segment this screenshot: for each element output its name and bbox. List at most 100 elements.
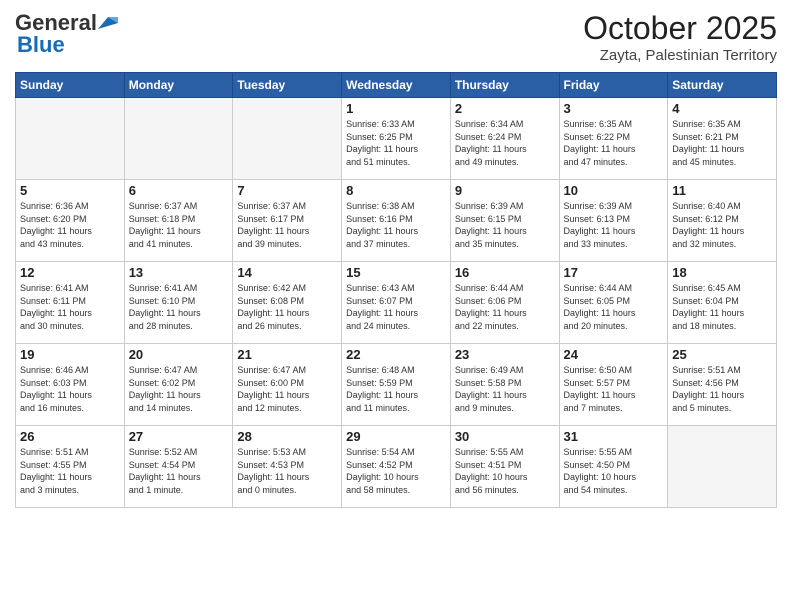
calendar-day-cell: 2Sunrise: 6:34 AM Sunset: 6:24 PM Daylig…	[450, 98, 559, 180]
day-info: Sunrise: 6:42 AM Sunset: 6:08 PM Dayligh…	[237, 282, 337, 332]
weekday-header-row: SundayMondayTuesdayWednesdayThursdayFrid…	[16, 73, 777, 98]
weekday-header: Thursday	[450, 73, 559, 98]
weekday-header: Sunday	[16, 73, 125, 98]
day-info: Sunrise: 5:53 AM Sunset: 4:53 PM Dayligh…	[237, 446, 337, 496]
day-info: Sunrise: 6:44 AM Sunset: 6:06 PM Dayligh…	[455, 282, 555, 332]
weekday-header: Monday	[124, 73, 233, 98]
location: Zayta, Palestinian Territory	[583, 47, 777, 64]
calendar-day-cell: 24 Sunrise: 6:50 AM Sunset: 5:57 PM Dayli…	[559, 344, 668, 426]
calendar-day-cell: 18 Sunrise: 6:45 AM Sunset: 6:04 PM Dayli…	[668, 262, 777, 344]
calendar-day-cell	[16, 98, 125, 180]
calendar-day-cell	[668, 426, 777, 508]
day-number: 13	[129, 265, 229, 280]
calendar-week-row: 12Sunrise: 6:41 AM Sunset: 6:11 PM Dayli…	[16, 262, 777, 344]
calendar-week-row: 26Sunrise: 5:51 AM Sunset: 4:55 PM Dayli…	[16, 426, 777, 508]
day-number: 1	[346, 101, 446, 116]
day-number: 16	[455, 265, 555, 280]
day-number: 8	[346, 183, 446, 198]
calendar-day-cell: 7 Sunrise: 6:37 AM Sunset: 6:17 PM Daylig…	[233, 180, 342, 262]
day-info: Sunrise: 6:35 AM Sunset: 6:22 PM Dayligh…	[564, 118, 664, 168]
calendar-day-cell: 11Sunrise: 6:40 AM Sunset: 6:12 PM Dayli…	[668, 180, 777, 262]
month-title: October 2025	[583, 10, 777, 47]
day-number: 23	[455, 347, 555, 362]
day-number: 6	[129, 183, 229, 198]
day-number: 4	[672, 101, 772, 116]
day-number: 29	[346, 429, 446, 444]
day-info: Sunrise: 5:55 AM Sunset: 4:50 PM Dayligh…	[564, 446, 664, 496]
day-number: 28	[237, 429, 337, 444]
day-number: 15	[346, 265, 446, 280]
day-number: 9	[455, 183, 555, 198]
day-info: Sunrise: 6:50 AM Sunset: 5:57 PM Dayligh…	[564, 364, 664, 414]
day-number: 7	[237, 183, 337, 198]
day-info: Sunrise: 6:37 AM Sunset: 6:18 PM Dayligh…	[129, 200, 229, 250]
calendar-week-row: 5Sunrise: 6:36 AM Sunset: 6:20 PM Daylig…	[16, 180, 777, 262]
day-number: 17	[564, 265, 664, 280]
day-info: Sunrise: 6:41 AM Sunset: 6:11 PM Dayligh…	[20, 282, 120, 332]
calendar-week-row: 19Sunrise: 6:46 AM Sunset: 6:03 PM Dayli…	[16, 344, 777, 426]
weekday-header: Wednesday	[342, 73, 451, 98]
day-number: 14	[237, 265, 337, 280]
calendar-day-cell: 17 Sunrise: 6:44 AM Sunset: 6:05 PM Dayli…	[559, 262, 668, 344]
logo: General Blue	[15, 10, 119, 58]
day-number: 18	[672, 265, 772, 280]
day-info: Sunrise: 6:47 AM Sunset: 6:02 PM Dayligh…	[129, 364, 229, 414]
calendar-day-cell: 5Sunrise: 6:36 AM Sunset: 6:20 PM Daylig…	[16, 180, 125, 262]
header: General Blue October 2025 Zayta, Palesti…	[15, 10, 777, 64]
day-info: Sunrise: 5:55 AM Sunset: 4:51 PM Dayligh…	[455, 446, 555, 496]
day-number: 30	[455, 429, 555, 444]
calendar-day-cell: 4 Sunrise: 6:35 AM Sunset: 6:21 PM Daylig…	[668, 98, 777, 180]
calendar-day-cell: 14 Sunrise: 6:42 AM Sunset: 6:08 PM Dayli…	[233, 262, 342, 344]
page-container: General Blue October 2025 Zayta, Palesti…	[0, 0, 792, 612]
calendar-day-cell: 25 Sunrise: 5:51 AM Sunset: 4:56 PM Dayli…	[668, 344, 777, 426]
calendar-day-cell: 3Sunrise: 6:35 AM Sunset: 6:22 PM Daylig…	[559, 98, 668, 180]
title-block: October 2025 Zayta, Palestinian Territor…	[583, 10, 777, 64]
day-number: 27	[129, 429, 229, 444]
calendar-day-cell: 27 Sunrise: 5:52 AM Sunset: 4:54 PM Dayli…	[124, 426, 233, 508]
calendar-day-cell: 29Sunrise: 5:54 AM Sunset: 4:52 PM Dayli…	[342, 426, 451, 508]
calendar-day-cell: 9Sunrise: 6:39 AM Sunset: 6:15 PM Daylig…	[450, 180, 559, 262]
day-info: Sunrise: 6:33 AM Sunset: 6:25 PM Dayligh…	[346, 118, 446, 168]
day-info: Sunrise: 6:36 AM Sunset: 6:20 PM Dayligh…	[20, 200, 120, 250]
weekday-header: Saturday	[668, 73, 777, 98]
calendar-day-cell: 13 Sunrise: 6:41 AM Sunset: 6:10 PM Dayli…	[124, 262, 233, 344]
calendar-day-cell: 31 Sunrise: 5:55 AM Sunset: 4:50 PM Dayli…	[559, 426, 668, 508]
day-info: Sunrise: 6:45 AM Sunset: 6:04 PM Dayligh…	[672, 282, 772, 332]
calendar-day-cell: 19Sunrise: 6:46 AM Sunset: 6:03 PM Dayli…	[16, 344, 125, 426]
calendar-day-cell: 20 Sunrise: 6:47 AM Sunset: 6:02 PM Dayli…	[124, 344, 233, 426]
day-number: 2	[455, 101, 555, 116]
calendar-day-cell: 26Sunrise: 5:51 AM Sunset: 4:55 PM Dayli…	[16, 426, 125, 508]
day-info: Sunrise: 6:43 AM Sunset: 6:07 PM Dayligh…	[346, 282, 446, 332]
day-info: Sunrise: 6:39 AM Sunset: 6:13 PM Dayligh…	[564, 200, 664, 250]
calendar-day-cell: 12Sunrise: 6:41 AM Sunset: 6:11 PM Dayli…	[16, 262, 125, 344]
calendar-day-cell: 1 Sunrise: 6:33 AM Sunset: 6:25 PM Daylig…	[342, 98, 451, 180]
day-info: Sunrise: 6:46 AM Sunset: 6:03 PM Dayligh…	[20, 364, 120, 414]
weekday-header: Tuesday	[233, 73, 342, 98]
calendar-day-cell: 22Sunrise: 6:48 AM Sunset: 5:59 PM Dayli…	[342, 344, 451, 426]
day-info: Sunrise: 6:47 AM Sunset: 6:00 PM Dayligh…	[237, 364, 337, 414]
day-info: Sunrise: 6:38 AM Sunset: 6:16 PM Dayligh…	[346, 200, 446, 250]
day-number: 25	[672, 347, 772, 362]
calendar-day-cell: 15 Sunrise: 6:43 AM Sunset: 6:07 PM Dayli…	[342, 262, 451, 344]
day-number: 24	[564, 347, 664, 362]
calendar-day-cell: 30 Sunrise: 5:55 AM Sunset: 4:51 PM Dayli…	[450, 426, 559, 508]
day-info: Sunrise: 6:44 AM Sunset: 6:05 PM Dayligh…	[564, 282, 664, 332]
day-info: Sunrise: 6:35 AM Sunset: 6:21 PM Dayligh…	[672, 118, 772, 168]
day-number: 26	[20, 429, 120, 444]
day-number: 22	[346, 347, 446, 362]
day-number: 11	[672, 183, 772, 198]
day-info: Sunrise: 6:49 AM Sunset: 5:58 PM Dayligh…	[455, 364, 555, 414]
calendar-day-cell: 23 Sunrise: 6:49 AM Sunset: 5:58 PM Dayli…	[450, 344, 559, 426]
day-number: 21	[237, 347, 337, 362]
calendar-day-cell	[124, 98, 233, 180]
day-info: Sunrise: 6:41 AM Sunset: 6:10 PM Dayligh…	[129, 282, 229, 332]
day-info: Sunrise: 5:51 AM Sunset: 4:56 PM Dayligh…	[672, 364, 772, 414]
calendar-day-cell: 8 Sunrise: 6:38 AM Sunset: 6:16 PM Daylig…	[342, 180, 451, 262]
day-info: Sunrise: 6:37 AM Sunset: 6:17 PM Dayligh…	[237, 200, 337, 250]
day-number: 31	[564, 429, 664, 444]
calendar-day-cell: 6 Sunrise: 6:37 AM Sunset: 6:18 PM Daylig…	[124, 180, 233, 262]
logo-icon	[98, 15, 118, 31]
day-info: Sunrise: 5:52 AM Sunset: 4:54 PM Dayligh…	[129, 446, 229, 496]
calendar-table: SundayMondayTuesdayWednesdayThursdayFrid…	[15, 72, 777, 508]
day-number: 20	[129, 347, 229, 362]
